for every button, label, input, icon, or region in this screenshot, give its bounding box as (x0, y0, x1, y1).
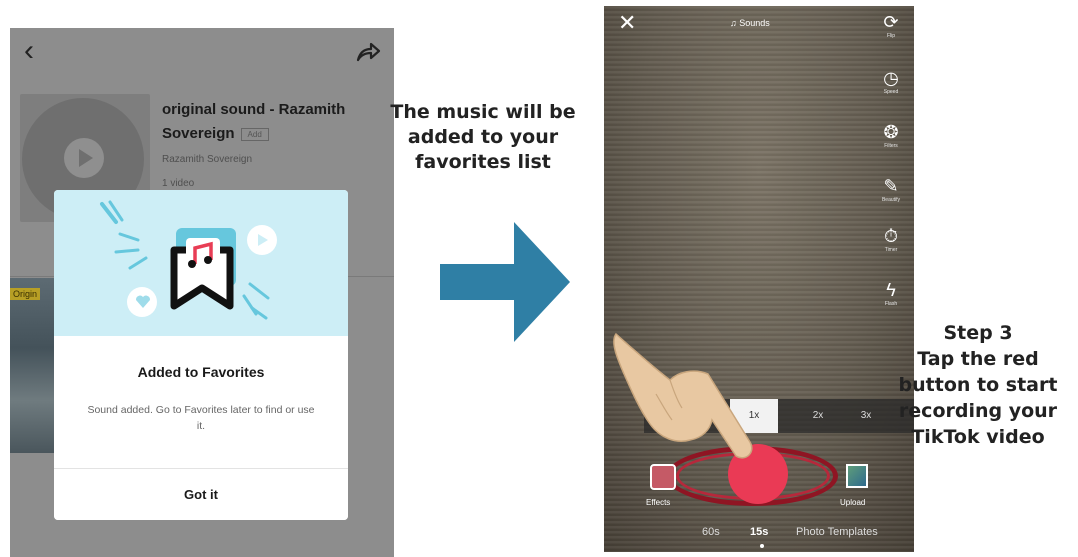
video-thumbnail[interactable] (10, 278, 56, 453)
step-line-4: TikTok video (911, 426, 1045, 448)
speed-icon-glyph: ◷ (883, 68, 899, 88)
side-tool-label: Speed (883, 89, 899, 95)
tiktok-sound-screen: ‹ original sound - Razamith Sovereign Add… (10, 28, 394, 557)
back-icon[interactable]: ‹ (24, 36, 48, 66)
step-line-2: button to start (898, 374, 1058, 396)
side-tool-label: Filters (884, 143, 898, 149)
side-tool-label: Flash (884, 301, 898, 307)
speed-icon[interactable]: ◷ Speed (874, 68, 908, 96)
flip-camera-icon[interactable]: ⟳ Flip (874, 12, 908, 40)
side-tool-label: Flip (886, 33, 896, 39)
sound-author[interactable]: Razamith Sovereign (162, 154, 252, 165)
step-line-1: Tap the red (917, 348, 1039, 370)
favorites-dialog: Added to Favorites Sound added. Go to Fa… (54, 190, 348, 520)
pointing-hand-icon (613, 332, 753, 459)
step-caption: The music will be added to your favorite… (390, 101, 576, 173)
step-line-3: recording your (898, 400, 1058, 422)
got-it-button[interactable]: Got it (54, 469, 348, 520)
arrow-right-icon (440, 222, 570, 342)
original-badge: Add (240, 127, 269, 141)
dialog-title: Added to Favorites (137, 364, 265, 380)
upload-label: Upload (840, 498, 866, 507)
bookmark-music-icon (100, 200, 277, 320)
beautify-icon-glyph: ✎ (883, 176, 899, 196)
close-icon[interactable]: ✕ (618, 12, 636, 34)
video-count: 1 video (162, 178, 195, 189)
speed-option[interactable]: 2x (794, 399, 842, 433)
flash-icon-glyph: ϟ (886, 280, 896, 300)
play-icon[interactable] (64, 138, 104, 178)
mode-tab[interactable]: Photo Templates (796, 526, 878, 538)
side-tool-label: Beautify (881, 197, 901, 203)
dialog-illustration (54, 190, 348, 336)
flash-icon[interactable]: ϟ Flash (874, 280, 908, 308)
mode-tab[interactable]: 15s (750, 526, 768, 538)
timer-icon[interactable]: ⏱ Timer (874, 226, 908, 254)
step-instructions: Step 3 Tap the red button to start recor… (880, 320, 1076, 450)
side-tool-label: Timer (884, 247, 898, 253)
step-heading: Step 3 (943, 322, 1013, 344)
timer-icon-glyph: ⏱ (883, 226, 899, 246)
sound-title: original sound - Razamith Sovereign Add (162, 101, 346, 142)
filters-icon-glyph: ❂ (883, 122, 899, 142)
effects-label: Effects (646, 498, 671, 507)
upload-button[interactable] (846, 464, 868, 488)
sounds-label[interactable]: ♫ Sounds (730, 18, 770, 28)
flip-camera-icon-glyph: ⟳ (883, 12, 899, 32)
beautify-icon[interactable]: ✎ Beautify (874, 176, 908, 204)
filters-icon[interactable]: ❂ Filters (874, 122, 908, 150)
active-tab-indicator (760, 544, 764, 548)
thumbnail-label: Origin (10, 288, 41, 300)
dialog-message: Sound added. Go to Favorites later to fi… (87, 404, 315, 432)
mode-tab[interactable]: 60s (702, 526, 720, 538)
share-icon[interactable] (354, 38, 382, 66)
